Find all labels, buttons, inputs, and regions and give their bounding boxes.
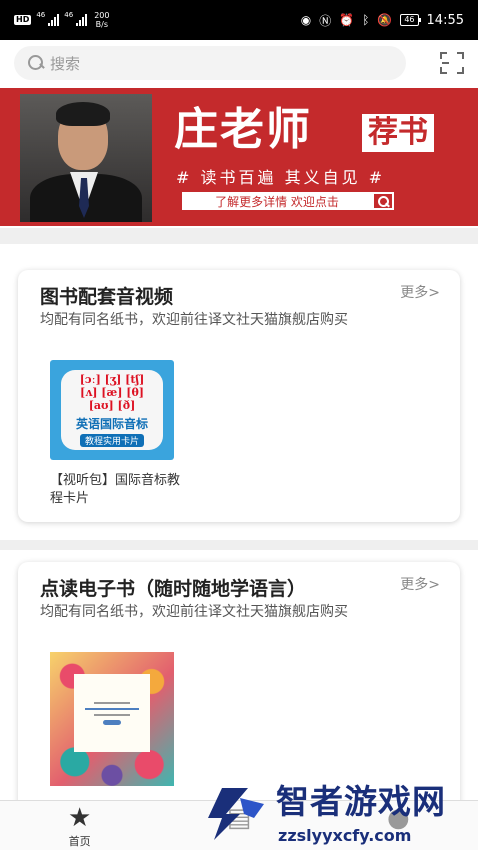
banner-tag: 荐书	[362, 114, 434, 152]
cover-title: 英语国际音标	[75, 417, 148, 431]
section-ebooks: 点读电子书（随时随地学语言） 更多> 均配有同名纸书，欢迎前往译文社天猫旗舰店购…	[0, 550, 478, 822]
book-item[interactable]: [ɔː] [ʒ] [tʃ] [ʌ] [æ] [θ] [aʊ] [ð] 英语国际音…	[50, 360, 182, 508]
alarm-icon: ⏰	[339, 13, 355, 27]
watermark-title: 智者游戏网	[276, 782, 446, 821]
status-left: HD 46 46 200 B/s	[14, 11, 109, 29]
search-header: 搜索	[0, 40, 478, 86]
book-cover[interactable]: [ɔː] [ʒ] [tʃ] [ʌ] [æ] [θ] [aʊ] [ð] 英语国际音…	[50, 360, 174, 460]
search-icon	[372, 192, 394, 210]
scan-icon	[442, 62, 449, 64]
bluetooth-icon: ᛒ	[362, 13, 370, 27]
book-cover[interactable]	[50, 652, 174, 786]
banner-title: 庄老师	[174, 104, 312, 155]
banner[interactable]: 庄老师 荐书 # 读书百遍 其义自见 # 了解更多详情 欢迎点击	[0, 86, 478, 228]
banner-button[interactable]: 了解更多详情 欢迎点击	[182, 192, 394, 210]
search-input[interactable]: 搜索	[14, 46, 406, 80]
section-title: 图书配套音视频	[40, 286, 174, 308]
cover-symbols-3: [aʊ] [ð]	[88, 399, 136, 412]
network-speed-value: 200	[94, 11, 110, 20]
status-bar: HD 46 46 200 B/s ◉ Ⓝ ⏰ ᛒ 🔕 46 14:55	[0, 0, 478, 40]
section-description: 均配有同名纸书，欢迎前往译文社天猫旗舰店购买	[40, 604, 348, 620]
status-right: ◉ Ⓝ ⏰ ᛒ 🔕 46 14:55	[301, 12, 464, 29]
section-description: 均配有同名纸书，欢迎前往译文社天猫旗舰店购买	[40, 312, 348, 328]
hd-badge: HD	[14, 15, 32, 25]
cover-subtitle: 教程实用卡片	[79, 434, 144, 447]
section-title: 点读电子书（随时随地学语言）	[40, 578, 307, 600]
banner-button-label: 了解更多详情 欢迎点击	[215, 194, 339, 209]
mute-icon: 🔕	[377, 13, 393, 27]
signal-icon-2	[76, 14, 88, 26]
network-type-1: 46	[36, 11, 46, 19]
more-link[interactable]: 更多>	[400, 282, 440, 302]
book-item[interactable]	[50, 652, 174, 786]
clock: 14:55	[426, 12, 464, 28]
eye-icon: ◉	[300, 13, 312, 27]
book-name[interactable]: 【视听包】国际音标教程卡片	[50, 472, 182, 508]
more-link[interactable]: 更多>	[400, 574, 440, 594]
watermark-logo-icon	[208, 788, 264, 840]
cover-symbols-2: [ʌ] [æ] [θ]	[79, 386, 144, 399]
search-placeholder: 搜索	[50, 54, 81, 73]
network-speed-unit: B/s	[95, 20, 108, 29]
network-speed: 200 B/s	[94, 11, 109, 29]
cover-symbols-1: [ɔː] [ʒ] [tʃ]	[79, 373, 145, 386]
banner-subtitle: # 读书百遍 其义自见 #	[176, 168, 386, 187]
teacher-portrait	[20, 94, 152, 222]
scan-button[interactable]	[440, 52, 464, 74]
search-icon	[28, 55, 44, 71]
network-type-2: 46	[64, 11, 74, 19]
banner-image[interactable]: 庄老师 荐书 # 读书百遍 其义自见 # 了解更多详情 欢迎点击	[0, 88, 478, 226]
nfc-icon: Ⓝ	[319, 13, 332, 28]
battery-icon: 46	[400, 14, 421, 26]
watermark: 智者游戏网 zzslyyxcfy.com	[196, 780, 478, 850]
tab-home[interactable]: ★ 首页	[0, 801, 159, 850]
star-icon: ★	[68, 803, 92, 833]
signal-icon	[48, 14, 60, 26]
section-audio-video: 图书配套音视频 更多> 均配有同名纸书，欢迎前往译文社天猫旗舰店购买 [ɔː] …	[0, 244, 478, 540]
watermark-url: zzslyyxcfy.com	[278, 826, 412, 845]
tab-label: 首页	[68, 835, 91, 848]
card-audio-video: 图书配套音视频 更多> 均配有同名纸书，欢迎前往译文社天猫旗舰店购买 [ɔː] …	[18, 270, 460, 522]
